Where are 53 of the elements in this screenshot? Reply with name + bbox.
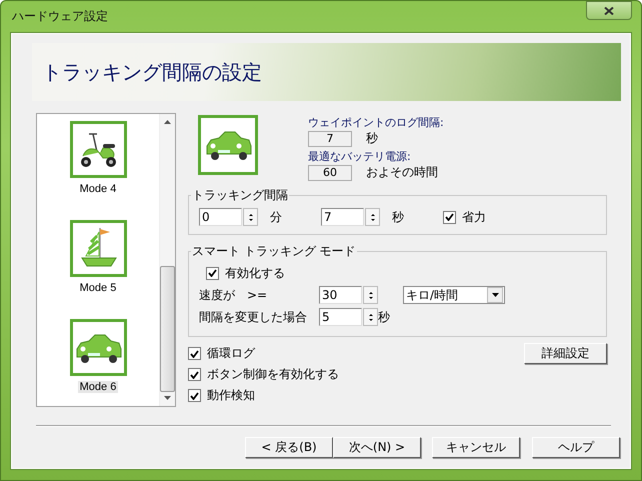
spin-button[interactable] xyxy=(243,208,258,226)
readonly-field: 60 xyxy=(308,164,352,180)
scrollbar-thumb[interactable] xyxy=(160,266,175,392)
advanced-settings-button[interactable]: 詳細設定 xyxy=(524,343,607,364)
checkbox[interactable] xyxy=(443,210,456,224)
info-label: ウェイポイントのログ間隔: xyxy=(308,115,444,129)
checkbox-label: 動作検知 xyxy=(207,387,255,404)
checkbox-label: ボタン制御を有効化する xyxy=(207,366,339,383)
checkbox-label: 省力 xyxy=(462,208,486,226)
unit-label: およその時間 xyxy=(366,164,438,181)
mode-label[interactable]: Mode 6 xyxy=(78,381,118,393)
unit-label: 秒 xyxy=(391,208,405,226)
checkbox-label: 循環ログ xyxy=(207,345,255,362)
minutes-field[interactable]: 0 xyxy=(199,208,242,226)
checkbox-label: 有効化する xyxy=(225,264,285,282)
checkbox[interactable] xyxy=(188,347,201,360)
scroll-down-icon xyxy=(164,396,171,400)
operator-label: >= xyxy=(247,288,268,302)
unit-dropdown[interactable]: キロ/時間 xyxy=(403,286,505,304)
window-title: ハードウェア設定 xyxy=(11,8,108,25)
mode-label[interactable]: Mode 4 xyxy=(78,183,118,195)
mode-thumbnail[interactable] xyxy=(70,121,126,178)
unit-label: 分 xyxy=(269,208,283,226)
spin-button[interactable] xyxy=(363,308,378,326)
spin-button[interactable] xyxy=(365,208,380,226)
speed-field[interactable]: 30 xyxy=(319,286,362,304)
unit-label: 秒 xyxy=(366,130,378,147)
checkbox[interactable] xyxy=(206,266,219,280)
close-icon xyxy=(604,6,614,14)
page-title: トラッキング間隔の設定 xyxy=(41,58,262,86)
mode-thumbnail[interactable] xyxy=(70,319,126,376)
checkbox[interactable] xyxy=(188,368,201,381)
info-label: 最適なバッテリ電源: xyxy=(308,149,412,163)
checkbox[interactable] xyxy=(188,389,201,402)
interval-field[interactable]: 5 xyxy=(319,308,362,326)
mode-label[interactable]: Mode 5 xyxy=(78,282,118,294)
wizard-button[interactable]: ヘルプ xyxy=(532,437,620,458)
mode-thumbnail[interactable] xyxy=(70,220,126,277)
readonly-field: 7 xyxy=(308,130,352,146)
group-title: スマート トラッキング モード xyxy=(191,243,357,260)
dropdown-arrow-icon xyxy=(492,293,498,297)
scroll-up-icon xyxy=(164,120,171,124)
seconds-field[interactable]: 7 xyxy=(321,208,364,226)
wizard-button[interactable]: 次へ(N) > xyxy=(333,437,421,458)
close-button[interactable] xyxy=(586,1,632,20)
unit-label: 秒 xyxy=(378,308,390,326)
wizard-button[interactable]: < 戻る(B) xyxy=(245,437,333,458)
spin-button[interactable] xyxy=(363,286,378,304)
scrollbar[interactable] xyxy=(159,114,175,406)
interval-label: 間隔を変更した場合 xyxy=(199,308,308,326)
speed-label: 速度が xyxy=(199,286,236,304)
group-title: トラッキング間隔 xyxy=(191,187,289,204)
wizard-button[interactable]: キャンセル xyxy=(432,437,520,458)
